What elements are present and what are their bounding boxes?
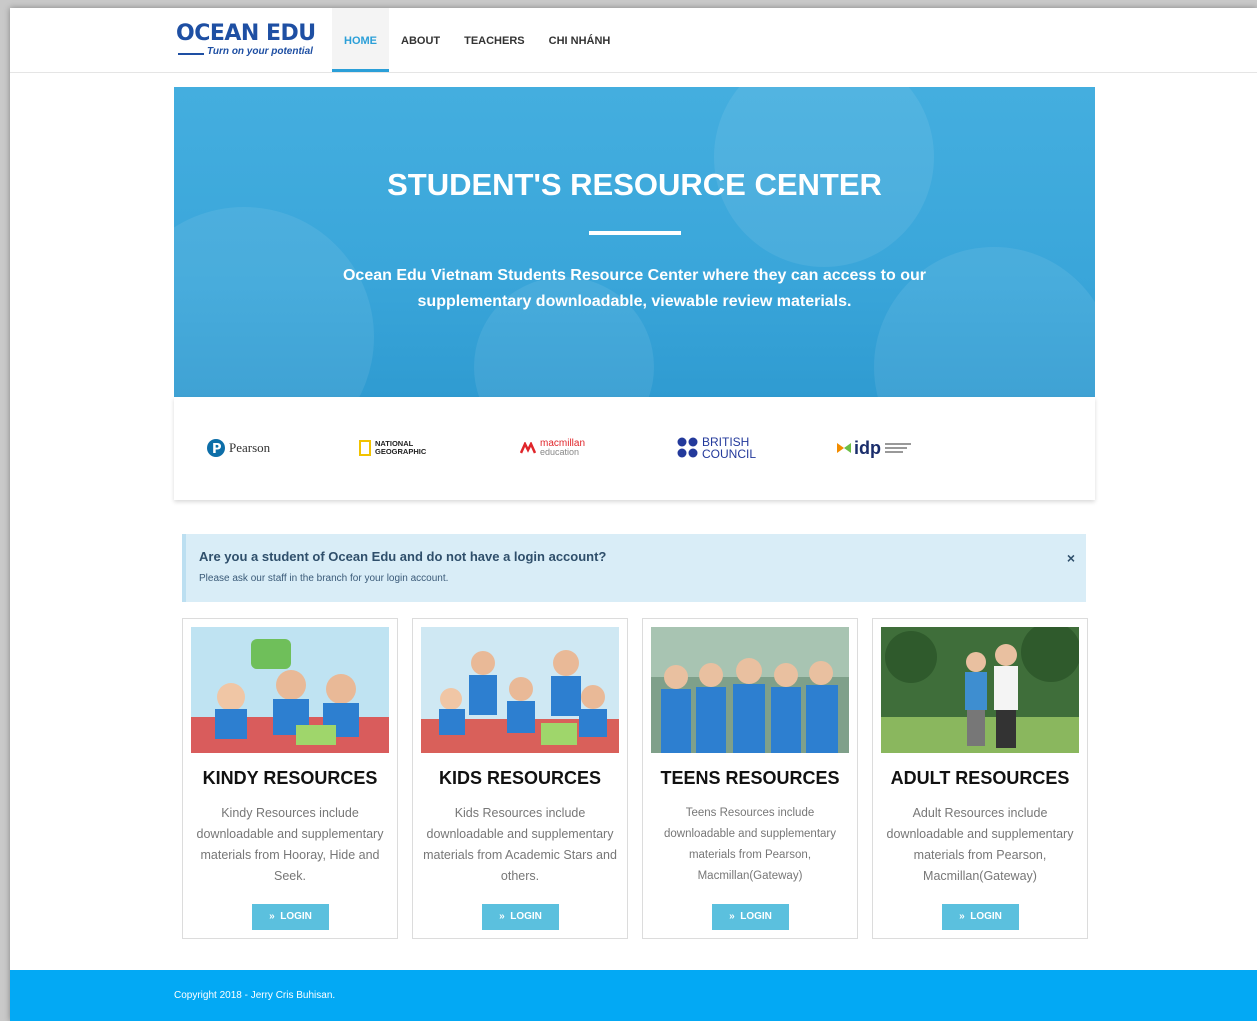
copyright-text: Copyright 2018 - Jerry Cris Buhisan. [174, 990, 336, 1001]
alert-message: Please ask our staff in the branch for y… [199, 573, 449, 584]
login-label: LOGIN [740, 911, 772, 922]
idp-icon [837, 443, 851, 453]
footer: Copyright 2018 - Jerry Cris Buhisan. [10, 970, 1257, 1021]
login-button-teens[interactable]: » LOGIN [712, 904, 789, 930]
hero-description: Ocean Edu Vietnam Students Resource Cent… [342, 267, 926, 310]
card-title: KINDY RESOURCES [202, 768, 378, 788]
close-icon[interactable]: × [1067, 550, 1075, 566]
login-label: LOGIN [510, 911, 542, 922]
logo-underline [178, 53, 204, 55]
idp-label: idp [854, 437, 881, 458]
resource-card-adult: ADULT RESOURCES Adult Resources include … [872, 618, 1088, 939]
pearson-label: Pearson [229, 440, 271, 455]
natgeo-logo: NATIONAL GEOGRAPHIC [359, 435, 430, 461]
partner-logos: P Pearson NATIONAL GEOGRAPHIC macmillan … [174, 397, 1095, 500]
login-button-kids[interactable]: » LOGIN [482, 904, 559, 930]
chevron-right-icon: » [959, 911, 965, 922]
login-label: LOGIN [280, 911, 312, 922]
card-description: Teens Resources include downloadable and… [664, 807, 836, 882]
nav-about[interactable]: ABOUT [389, 8, 452, 72]
page: OCEAN EDU Turn on your potential HOME AB… [10, 8, 1257, 1021]
council-label: COUNCIL [702, 447, 757, 461]
resource-card-teens: TEENS RESOURCES Teens Resources include … [642, 618, 858, 939]
kids-image [421, 627, 619, 753]
card-title: ADULT RESOURCES [890, 768, 1070, 788]
macmillan-text: macmillan education [540, 439, 585, 457]
logo-tagline: Turn on your potential [207, 46, 313, 57]
logo[interactable]: OCEAN EDU Turn on your potential [176, 22, 316, 62]
hero-banner: STUDENT'S RESOURCE CENTER Ocean Edu Viet… [174, 87, 1095, 397]
login-button-adult[interactable]: » LOGIN [942, 904, 1019, 930]
login-button-kindy[interactable]: » LOGIN [252, 904, 329, 930]
header: OCEAN EDU Turn on your potential HOME AB… [10, 8, 1257, 73]
macmillan-icon [520, 442, 536, 454]
british-council-text: BRITISH COUNCIL [702, 436, 756, 460]
natgeo-frame-icon [359, 440, 371, 456]
idp-small-text [885, 441, 911, 455]
resource-card-kids: KIDS RESOURCES Kids Resources include do… [412, 618, 628, 939]
pearson-logo: P Pearson [206, 435, 270, 461]
svg-text:P: P [212, 442, 222, 457]
british-council-icon [677, 437, 698, 458]
card-description: Adult Resources include downloadable and… [886, 806, 1074, 883]
chevron-right-icon: » [729, 911, 735, 922]
nav-home[interactable]: HOME [332, 8, 389, 72]
chevron-right-icon: » [269, 911, 275, 922]
card-title: TEENS RESOURCES [660, 768, 840, 788]
idp-logo: idp [836, 435, 911, 461]
login-label: LOGIN [970, 911, 1002, 922]
login-alert: Are you a student of Ocean Edu and do no… [182, 534, 1086, 602]
card-title: KIDS RESOURCES [438, 768, 602, 788]
macmillan-sublabel: education [540, 447, 580, 457]
card-description: Kindy Resources include downloadable and… [196, 806, 384, 883]
pearson-icon: P [207, 439, 225, 457]
alert-title: Are you a student of Ocean Edu and do no… [199, 549, 607, 564]
kindy-image [191, 627, 389, 753]
resource-card-kindy: KINDY RESOURCES Kindy Resources include … [182, 618, 398, 939]
nav-chi-nhanh[interactable]: CHI NHÁNH [537, 8, 623, 72]
card-description: Kids Resources include downloadable and … [423, 806, 617, 883]
nav-teachers[interactable]: TEACHERS [452, 8, 537, 72]
macmillan-logo: macmillan education [520, 435, 585, 461]
chevron-right-icon: » [499, 911, 505, 922]
hero-divider [589, 231, 681, 235]
hero-title: STUDENT'S RESOURCE CENTER [387, 167, 882, 202]
adult-image [881, 627, 1079, 753]
main-nav: HOME ABOUT TEACHERS CHI NHÁNH [332, 8, 622, 72]
british-council-logo: BRITISH COUNCIL [677, 435, 756, 461]
logo-text: OCEAN EDU [176, 21, 316, 46]
teens-image [651, 627, 849, 753]
natgeo-label: NATIONAL GEOGRAPHIC [375, 439, 427, 456]
